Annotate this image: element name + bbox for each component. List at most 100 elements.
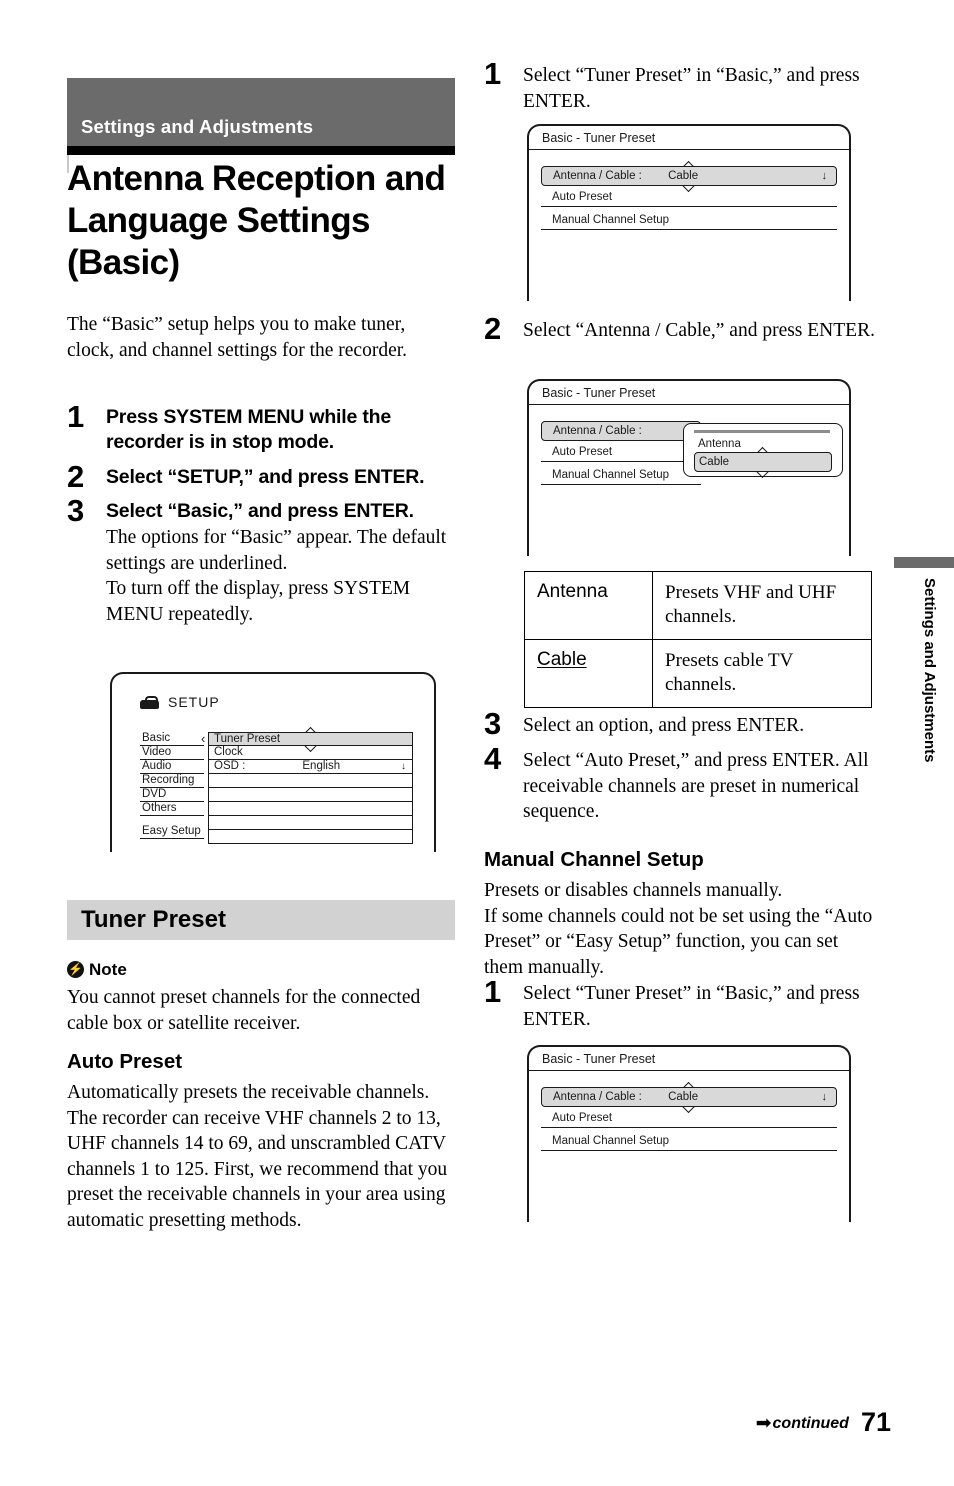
note-icon bbox=[67, 961, 84, 978]
step-text: Select an option, and press ENTER. bbox=[523, 715, 805, 736]
screen-row-antenna-cable[interactable]: Antenna / Cable : Cable ↓ bbox=[541, 166, 837, 186]
row-label: Antenna / Cable : bbox=[553, 425, 642, 437]
row-label: Auto Preset bbox=[552, 191, 613, 203]
left-steps-list: 1 Press SYSTEM MENU while the recorder i… bbox=[67, 401, 457, 629]
header-rule bbox=[67, 146, 455, 155]
setup-option-row-empty bbox=[208, 788, 413, 802]
tuner-preset-screen-2: Basic - Tuner Preset Antenna / Cable : A… bbox=[527, 379, 851, 556]
step-number: 2 bbox=[484, 311, 502, 346]
setup-option-row-osd[interactable]: OSD : English ↓ bbox=[208, 760, 413, 774]
intro-paragraph: The “Basic” setup helps you to make tune… bbox=[67, 314, 408, 361]
setup-category-item-easy-setup[interactable]: Easy Setup bbox=[140, 825, 204, 839]
setup-category-item[interactable]: Basic bbox=[140, 732, 204, 746]
setup-option-row-clock[interactable]: Clock bbox=[208, 746, 413, 760]
screen-title: Basic - Tuner Preset bbox=[529, 381, 849, 405]
setup-category-item[interactable]: Audio bbox=[140, 760, 204, 774]
right-step-item-4: 4 Select “Auto Preset,” and press ENTER.… bbox=[484, 743, 876, 825]
setup-category-item[interactable]: Others bbox=[140, 802, 204, 816]
auto-preset-text: Automatically presets the receivable cha… bbox=[67, 1082, 448, 1231]
table-cell-description: Presets cable TV channels. bbox=[652, 639, 872, 708]
setup-category-item[interactable]: DVD bbox=[140, 788, 204, 802]
table-row: Cable Presets cable TV channels. bbox=[524, 639, 872, 708]
manual-channel-setup-heading: Manual Channel Setup bbox=[484, 848, 704, 871]
continued-label: continued bbox=[772, 1415, 849, 1432]
right-step-item-3: 3 Select an option, and press ENTER. bbox=[484, 708, 876, 739]
setup-option-label: Tuner Preset bbox=[214, 733, 281, 745]
side-tab: Settings and Adjustments bbox=[894, 570, 954, 860]
row-value: Cable bbox=[668, 1091, 699, 1103]
table-cell-option: Cable bbox=[524, 639, 653, 708]
table-row: Antenna Presets VHF and UHF channels. bbox=[524, 571, 872, 640]
setup-option-row-empty bbox=[208, 830, 413, 844]
screen-title: Basic - Tuner Preset bbox=[529, 126, 849, 150]
step-text: Select “Antenna / Cable,” and press ENTE… bbox=[523, 320, 875, 341]
setup-option-list: ‹ Tuner Preset Clock OSD : English ↓ bbox=[201, 732, 413, 844]
page-footer: ➡continued 71 bbox=[756, 1407, 891, 1438]
step-heading: Select “Basic,” and press ENTER. bbox=[106, 500, 414, 522]
popup-option-cable[interactable]: Cable bbox=[694, 452, 832, 472]
section-bar-tuner-preset: Tuner Preset bbox=[67, 900, 455, 940]
setup-option-label: Clock bbox=[214, 746, 243, 758]
side-tab-bar bbox=[894, 557, 954, 568]
screen-row-auto-preset[interactable]: Auto Preset bbox=[541, 188, 837, 207]
antenna-cable-option-table: Antenna Presets VHF and UHF channels. Ca… bbox=[524, 571, 872, 708]
setup-option-row-tuner-preset[interactable]: ‹ Tuner Preset bbox=[201, 732, 413, 746]
row-value: Cable bbox=[668, 170, 699, 182]
right-step-item-1b: 1 Select “Tuner Preset” in “Basic,” and … bbox=[484, 976, 876, 1032]
setup-option-row-empty bbox=[208, 774, 413, 788]
screen-row-manual-channel-setup[interactable]: Manual Channel Setup bbox=[541, 1132, 837, 1151]
screen-rows: Antenna / Cable : Cable ↓ Auto Preset Ma… bbox=[529, 1071, 849, 1151]
chevron-left-icon: ‹ bbox=[201, 731, 206, 746]
row-label: Auto Preset bbox=[552, 446, 613, 458]
table-cell-option: Antenna bbox=[524, 571, 653, 640]
screen-row-manual-channel-setup[interactable]: Manual Channel Setup bbox=[541, 466, 701, 485]
manual-page: Settings and Adjustments Antenna Recepti… bbox=[0, 0, 954, 1486]
step-subtext: The options for “Basic” appear. The defa… bbox=[106, 527, 447, 625]
step-number: 4 bbox=[484, 741, 502, 776]
page-number: 71 bbox=[860, 1407, 891, 1437]
chevron-down-icon bbox=[757, 471, 770, 478]
row-label: Manual Channel Setup bbox=[552, 214, 669, 226]
chapter-header-bar: Settings and Adjustments bbox=[67, 78, 455, 146]
note-heading: Note bbox=[67, 960, 127, 980]
tuner-preset-screen-1: Basic - Tuner Preset Antenna / Cable : C… bbox=[527, 124, 851, 301]
setup-category-item[interactable]: Recording bbox=[140, 774, 204, 788]
right-step-item-2: 2 Select “Antenna / Cable,” and press EN… bbox=[484, 313, 876, 344]
page-title: Antenna Reception and Language Settings … bbox=[67, 159, 446, 282]
option-name-default: Cable bbox=[537, 649, 587, 670]
step-text: Select “Tuner Preset” in “Basic,” and pr… bbox=[523, 983, 860, 1030]
section-title: Tuner Preset bbox=[81, 906, 226, 933]
row-label: Manual Channel Setup bbox=[552, 1135, 669, 1147]
option-name: Antenna bbox=[537, 581, 608, 602]
setup-option-value: English bbox=[302, 760, 341, 772]
right-step-item-1: 1 Select “Tuner Preset” in “Basic,” and … bbox=[484, 58, 876, 114]
setup-screen-heading: SETUP bbox=[112, 674, 434, 710]
popup-option-label: Antenna bbox=[698, 438, 741, 450]
screen-rows: Antenna / Cable : Cable ↓ Auto Preset Ma… bbox=[529, 150, 849, 230]
screen-row-antenna-cable[interactable]: Antenna / Cable : Cable ↓ bbox=[541, 1087, 837, 1107]
screen-row-antenna-cable[interactable]: Antenna / Cable : bbox=[541, 421, 701, 441]
step-number: 2 bbox=[67, 459, 85, 494]
step-number: 1 bbox=[484, 974, 502, 1009]
row-label: Manual Channel Setup bbox=[552, 469, 669, 481]
setup-category-item[interactable]: Video bbox=[140, 746, 204, 760]
step-number: 3 bbox=[67, 493, 85, 528]
setup-heading-label: SETUP bbox=[168, 694, 220, 710]
arrow-right-icon: ➡ bbox=[755, 1413, 772, 1434]
screen-row-auto-preset[interactable]: Auto Preset bbox=[541, 443, 701, 462]
popup-top-rule bbox=[694, 430, 830, 433]
row-label: Antenna / Cable : bbox=[553, 1091, 642, 1103]
toolbox-icon bbox=[140, 696, 159, 709]
chevron-up-icon bbox=[683, 1081, 696, 1088]
step-item: 1 Press SYSTEM MENU while the recorder i… bbox=[67, 401, 457, 455]
setup-category-list: Basic Video Audio Recording DVD Others E… bbox=[140, 732, 204, 839]
step-number: 3 bbox=[484, 706, 502, 741]
antenna-cable-dropdown-popup: Antenna Cable bbox=[683, 423, 843, 477]
setup-category-gap bbox=[140, 816, 204, 825]
chapter-header-label: Settings and Adjustments bbox=[81, 116, 314, 137]
screen-row-manual-channel-setup[interactable]: Manual Channel Setup bbox=[541, 211, 837, 230]
step-text: Select “Tuner Preset” in “Basic,” and pr… bbox=[523, 65, 860, 112]
arrow-down-icon: ↓ bbox=[821, 1091, 828, 1103]
screen-row-auto-preset[interactable]: Auto Preset bbox=[541, 1109, 837, 1128]
row-label: Auto Preset bbox=[552, 1112, 613, 1124]
